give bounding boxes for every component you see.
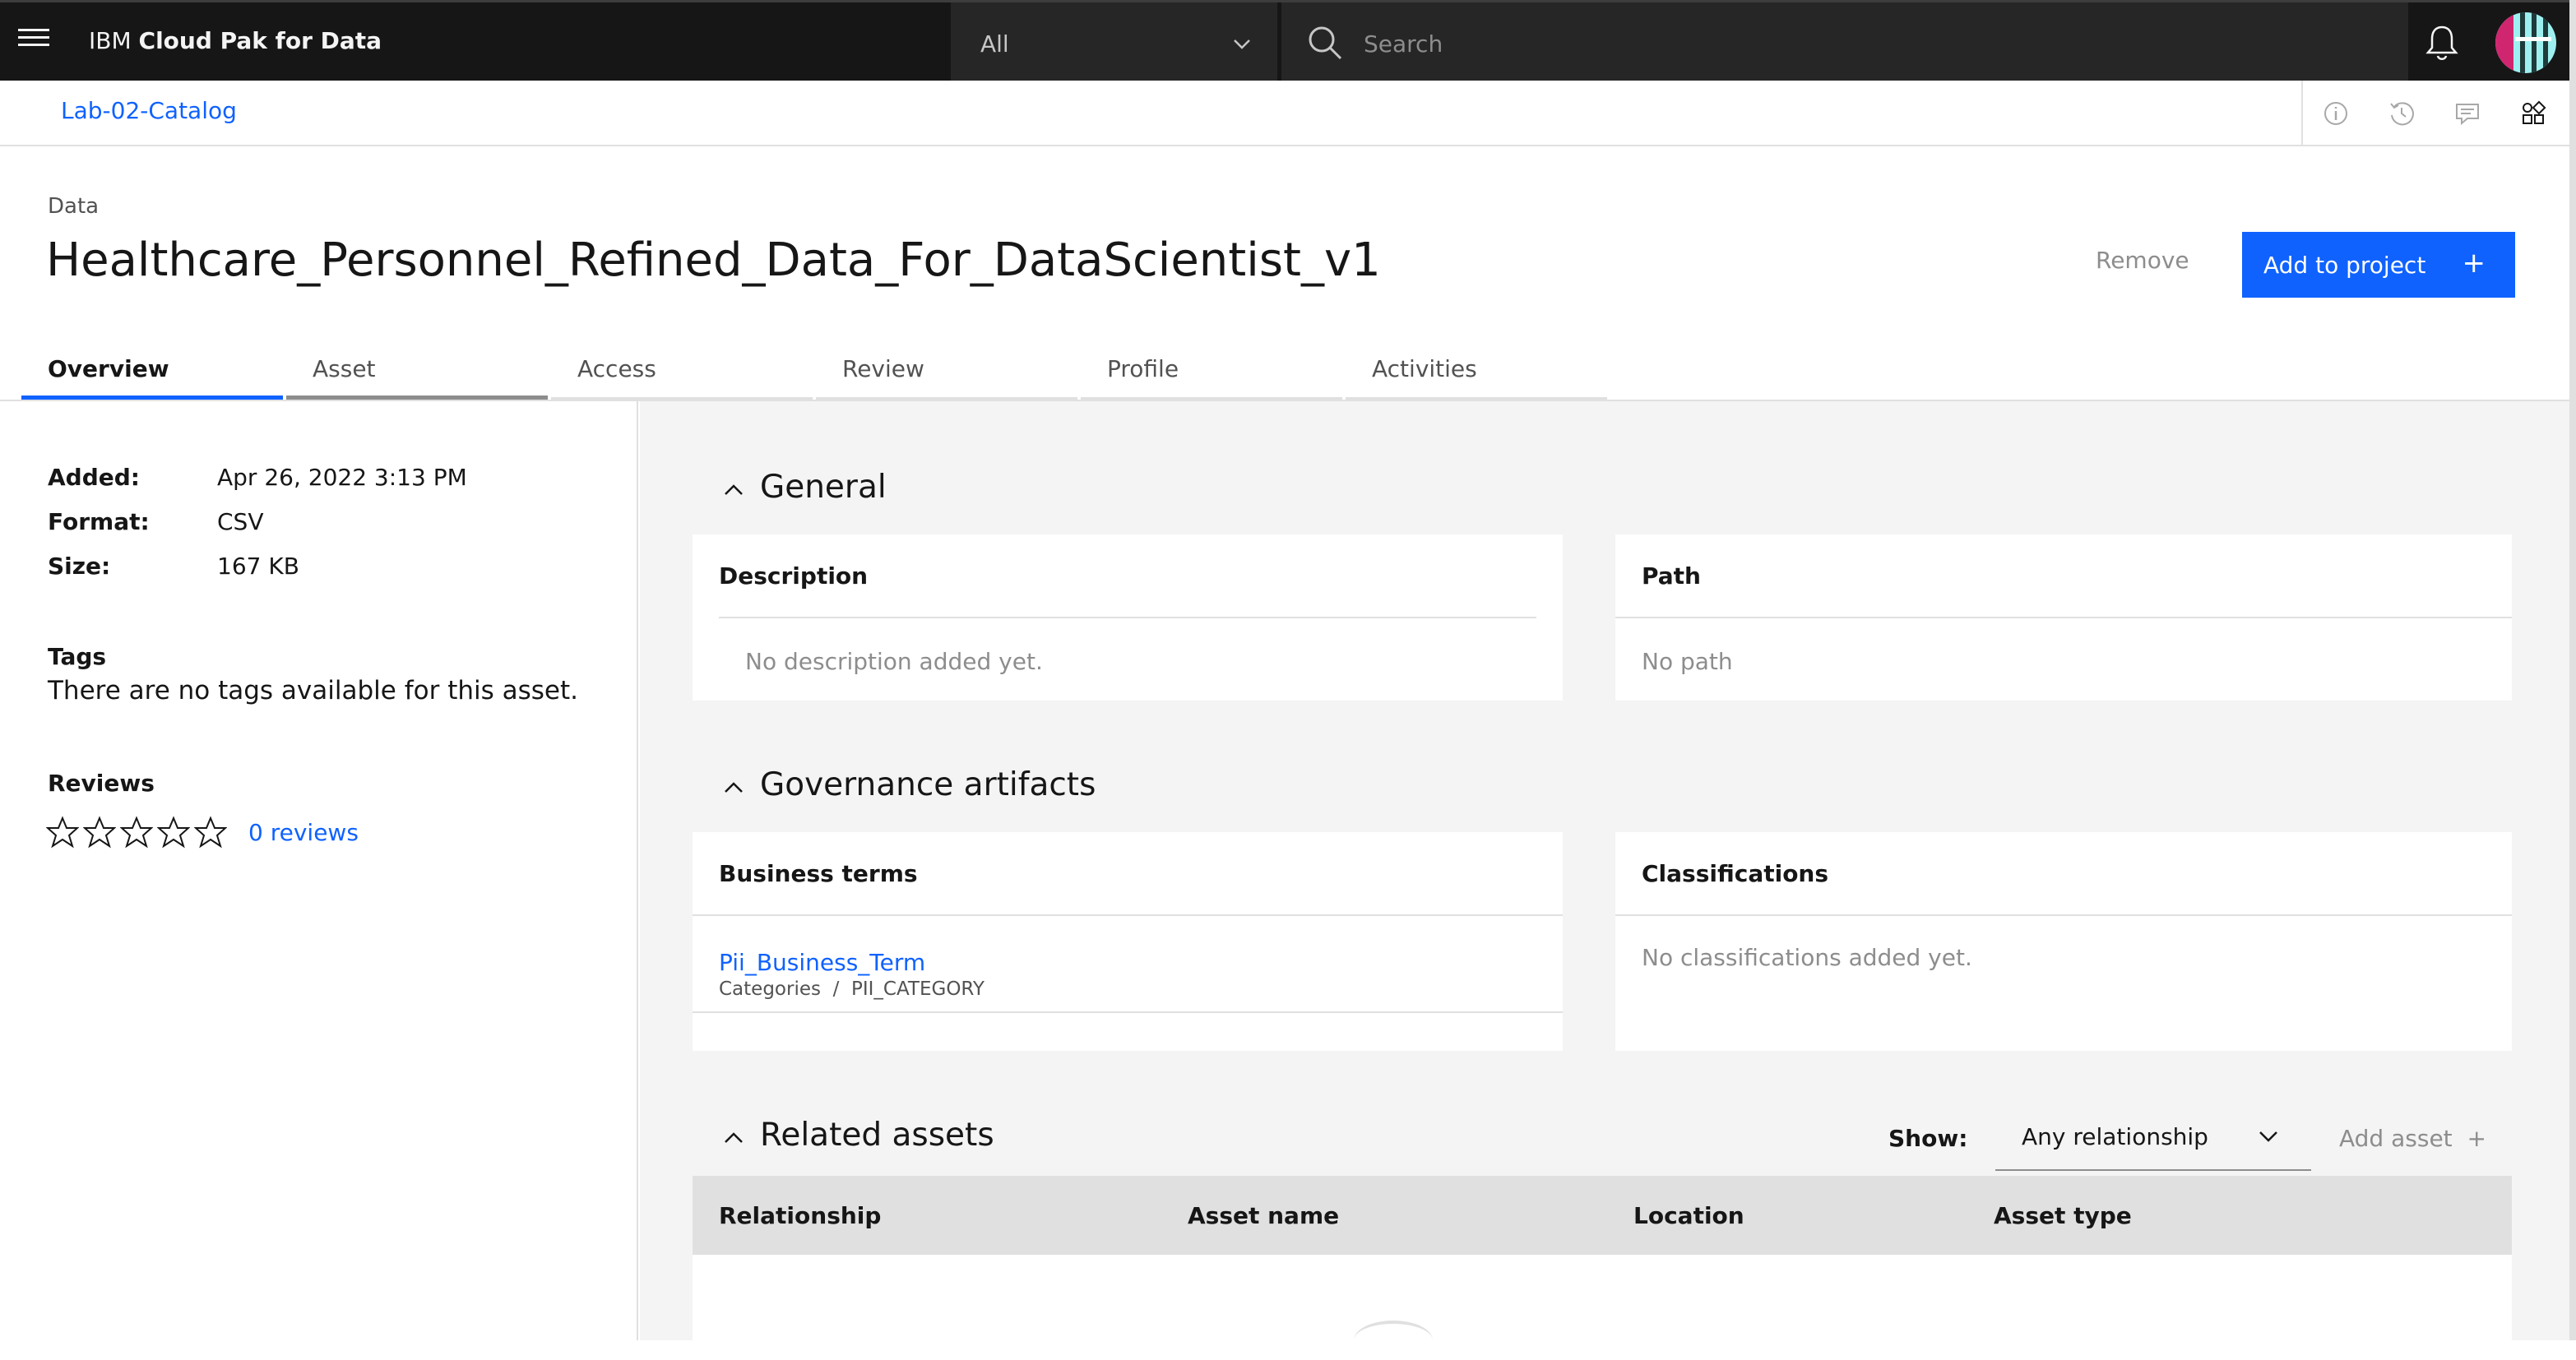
related-assets-section-toggle[interactable]: Related assets <box>722 1117 994 1154</box>
show-filter-label: Show: <box>1888 1125 1968 1152</box>
path-heading: Path <box>1642 562 1701 590</box>
window-edge <box>2569 0 2576 1340</box>
search-icon <box>1309 26 1342 60</box>
relationship-filter-value: Any relationship <box>2022 1123 2208 1150</box>
description-card: Description No description added yet. <box>693 534 1563 701</box>
size-value: 167 KB <box>217 553 299 580</box>
apps-icon[interactable] <box>2518 99 2548 128</box>
breadcrumb: Lab-02-Catalog <box>0 81 2569 146</box>
tab-asset[interactable]: Asset <box>286 355 548 400</box>
tab-activities[interactable]: Activities <box>1346 355 1607 400</box>
add-icon: + <box>2462 247 2486 280</box>
description-heading: Description <box>719 562 869 590</box>
tab-profile[interactable]: Profile <box>1081 355 1342 400</box>
divider <box>1615 617 2512 618</box>
scope-selected-value: All <box>980 30 1009 58</box>
product-name[interactable]: IBM Cloud Pak for Data <box>89 27 382 54</box>
star-icon[interactable] <box>83 816 116 849</box>
asset-details-panel: Added: Apr 26, 2022 3:13 PM Format: CSV … <box>0 401 638 1340</box>
relationship-filter-dropdown[interactable]: Any relationship <box>1995 1100 2311 1171</box>
chevron-up-icon <box>725 781 743 793</box>
menu-icon[interactable] <box>18 29 49 53</box>
brand-name: Cloud Pak for Data <box>138 27 382 54</box>
general-heading: General <box>760 469 887 506</box>
classifications-card: Classifications No classifications added… <box>1615 832 2512 1051</box>
column-header-asset-type[interactable]: Asset type <box>1994 1202 2132 1229</box>
general-section-toggle[interactable]: General <box>722 469 887 506</box>
column-header-relationship[interactable]: Relationship <box>719 1202 881 1229</box>
tab-review[interactable]: Review <box>816 355 1077 400</box>
remove-button[interactable]: Remove <box>2096 247 2189 274</box>
info-icon[interactable] <box>2321 99 2351 128</box>
brand-prefix: IBM <box>89 27 132 54</box>
divider <box>719 617 1536 618</box>
reviews-heading: Reviews <box>48 770 155 797</box>
add-to-project-label: Add to project <box>2263 251 2426 279</box>
divider <box>1615 914 2512 916</box>
star-icon[interactable] <box>157 816 190 849</box>
page-title: Healthcare_Personnel_Refined_Data_For_Da… <box>46 234 1381 287</box>
governance-heading: Governance artifacts <box>760 766 1096 803</box>
divider <box>693 914 1563 916</box>
reviews-link[interactable]: 0 reviews <box>248 819 359 846</box>
add-asset-button[interactable]: Add asset + <box>2339 1125 2486 1152</box>
chevron-down-icon <box>1234 39 1250 49</box>
breadcrumb-catalog-link[interactable]: Lab-02-Catalog <box>61 97 237 124</box>
star-rating[interactable] <box>46 816 231 849</box>
added-label: Added: <box>48 464 140 491</box>
format-label: Format: <box>48 508 150 535</box>
related-assets-table-body <box>693 1255 2512 1340</box>
related-assets-heading: Related assets <box>760 1117 994 1154</box>
divider <box>693 1011 1563 1013</box>
business-terms-heading: Business terms <box>719 860 918 887</box>
tab-access[interactable]: Access <box>551 355 813 400</box>
notification-icon[interactable] <box>2423 22 2461 63</box>
format-value: CSV <box>217 508 264 535</box>
related-assets-table-header: Relationship Asset name Location Asset t… <box>693 1176 2512 1255</box>
star-icon[interactable] <box>46 816 79 849</box>
added-value: Apr 26, 2022 3:13 PM <box>217 464 467 491</box>
path-empty-text: No path <box>1642 648 1733 675</box>
add-to-project-button[interactable]: Add to project + <box>2242 232 2515 298</box>
tags-heading: Tags <box>48 643 107 670</box>
overview-main-content: General Description No description added… <box>640 401 2569 1340</box>
top-header: IBM Cloud Pak for Data All <box>0 0 2569 83</box>
empty-state-illustration <box>1354 1321 1433 1360</box>
size-label: Size: <box>48 553 111 580</box>
star-icon[interactable] <box>194 816 227 849</box>
history-icon[interactable] <box>2387 99 2416 128</box>
avatar[interactable] <box>2495 12 2556 73</box>
chevron-down-icon <box>2259 1131 2277 1142</box>
column-header-asset-name[interactable]: Asset name <box>1188 1202 1339 1229</box>
star-icon[interactable] <box>120 816 153 849</box>
tags-empty-text: There are no tags available for this ass… <box>48 676 578 705</box>
column-header-location[interactable]: Location <box>1633 1202 1744 1229</box>
path-card: Path No path <box>1615 534 2512 701</box>
asset-side-panel-toolbar <box>2301 81 2569 145</box>
classifications-empty-text: No classifications added yet. <box>1642 944 1972 971</box>
comment-icon[interactable] <box>2453 99 2482 128</box>
chevron-up-icon <box>725 483 743 495</box>
business-term-link[interactable]: Pii_Business_Term <box>719 949 925 976</box>
governance-section-toggle[interactable]: Governance artifacts <box>722 766 1096 803</box>
tab-overview[interactable]: Overview <box>21 355 283 400</box>
global-search <box>1281 2 2408 83</box>
chevron-up-icon <box>725 1131 743 1143</box>
business-term-category-path: Categories / PII_CATEGORY <box>719 978 985 1000</box>
business-terms-card: Business terms Pii_Business_Term Categor… <box>693 832 1563 1051</box>
search-input[interactable] <box>1362 27 2349 60</box>
classifications-heading: Classifications <box>1642 860 1829 887</box>
search-scope-dropdown[interactable]: All <box>951 2 1280 83</box>
description-empty-text: No description added yet. <box>745 648 1043 675</box>
asset-type-label: Data <box>48 194 100 219</box>
